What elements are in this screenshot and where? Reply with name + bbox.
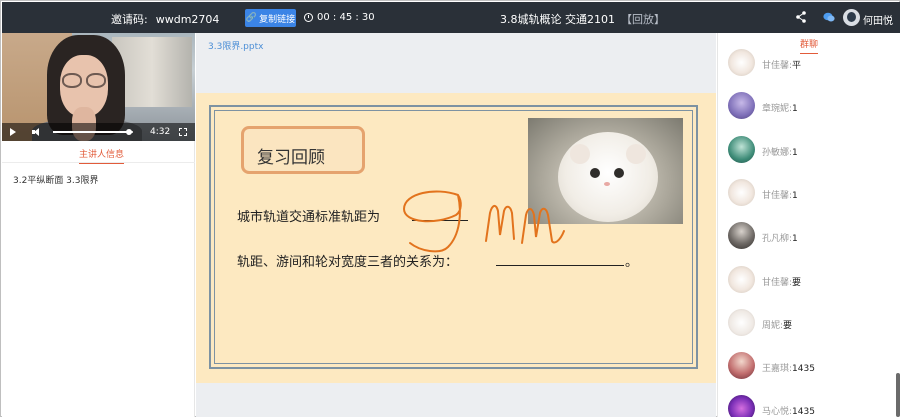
invite-code-value: wwdm2704 <box>155 13 220 26</box>
sender-name: 马心悦: <box>762 407 793 417</box>
user-avatar[interactable] <box>843 9 860 26</box>
slide-filename[interactable]: 3.3限界.pptx <box>208 39 263 52</box>
video-controls: 4:32 <box>2 123 195 141</box>
fullscreen-icon[interactable] <box>179 128 187 136</box>
chat-message: 章琬妮:1 <box>728 92 888 122</box>
video-duration: 4:32 <box>150 127 171 137</box>
live-timer: 00 : 45 : 30 <box>304 12 375 23</box>
slide: 复习回顾 城市轨道交通标准轨距为 轨距、游间和轮对宽度三者的关系为： 。 9mm <box>196 93 716 383</box>
presenter-video[interactable]: 4:32 <box>2 33 195 141</box>
sender-name: 周妮: <box>762 320 784 331</box>
chat-message: 甘佳馨:要 <box>728 265 888 296</box>
play-icon[interactable] <box>10 128 16 136</box>
app-window: 邀请码: wwdm2704 🔗 复制链接 00 : 45 : 30 3.8城轨概论… <box>0 0 900 417</box>
avatar[interactable] <box>728 222 755 250</box>
host-tab-label[interactable]: 主讲人信息 <box>79 147 125 164</box>
avatar[interactable] <box>728 178 755 206</box>
video-progress-fill <box>53 131 129 133</box>
chat-message: 甘佳馨:平 <box>728 49 888 79</box>
handwriting-annotation: 9mm <box>402 190 565 253</box>
timer-value: 00 : 45 : 30 <box>317 12 375 23</box>
replay-tag: 【回放】 <box>620 13 665 26</box>
top-bar: 邀请码: wwdm2704 🔗 复制链接 00 : 45 : 30 3.8城轨概论… <box>2 2 900 33</box>
copy-link-label: 复制链接 <box>259 14 296 25</box>
chapter-title: 3.2平纵断面 3.3限界 <box>13 176 99 186</box>
chat-message: 马心悦:1435 <box>728 395 888 417</box>
message-content: 1 <box>792 190 798 201</box>
avatar[interactable] <box>728 49 755 76</box>
answer-blank-2 <box>496 265 624 266</box>
sender-name: 章琬妮: <box>762 104 793 115</box>
sender-name: 甘佳馨: <box>762 190 793 201</box>
share-icon[interactable] <box>795 11 807 23</box>
course-title: 3.8城轨概论 交通2101 【回放】 <box>500 11 665 27</box>
avatar[interactable] <box>728 352 755 380</box>
sender-name: 孙敏娜: <box>762 147 793 158</box>
avatar[interactable] <box>728 92 755 120</box>
avatar[interactable] <box>728 308 755 336</box>
chat-scrollbar[interactable] <box>896 373 900 417</box>
slide-area: 3.3限界.pptx 复习回顾 城市轨道交通标准轨距为 轨距、游间和轮对宽度三者… <box>196 33 716 417</box>
left-panel: 4:32 主讲人信息 3.2平纵断面 3.3限界 <box>2 33 195 417</box>
clock-icon <box>304 13 313 22</box>
chat-message: 孙敏娜:1 <box>728 135 888 166</box>
chat-message: 甘佳馨:1 <box>728 178 888 209</box>
question-2-end: 。 <box>625 255 639 270</box>
chat-icon[interactable] <box>823 12 835 23</box>
avatar[interactable] <box>728 395 755 417</box>
video-progress[interactable] <box>53 129 133 135</box>
sender-name: 王嘉琪: <box>762 364 793 375</box>
sender-name: 孔凡柳: <box>762 234 793 245</box>
volume-icon[interactable] <box>32 128 42 136</box>
course-name: 3.8城轨概论 交通2101 <box>500 13 615 26</box>
avatar[interactable] <box>728 135 755 163</box>
avatar[interactable] <box>728 265 755 293</box>
message-content: 1 <box>792 104 798 115</box>
copy-link-button[interactable]: 🔗 复制链接 <box>245 9 296 27</box>
message-content: 1435 <box>792 407 815 417</box>
question-1: 城市轨道交通标准轨距为 <box>237 210 381 225</box>
link-icon: 🔗 <box>245 13 258 23</box>
sender-name: 甘佳馨: <box>762 277 793 288</box>
user-name[interactable]: 何田悦 <box>863 12 893 27</box>
message-content: 1435 <box>792 364 815 375</box>
chat-panel: 群聊 甘佳馨:平 章琬妮:1 孙敏娜:1 甘佳馨:1 孔凡柳:1 甘佳馨:要 周妮:要 王嘉琪… <box>717 33 900 417</box>
sender-name: 甘佳馨: <box>762 61 793 71</box>
chat-message: 王嘉琪:1435 <box>728 352 888 382</box>
video-progress-knob[interactable] <box>126 129 132 135</box>
invite-code: 邀请码: wwdm2704 <box>111 11 219 27</box>
message-content: 平 <box>792 61 802 71</box>
chat-list[interactable]: 甘佳馨:平 章琬妮:1 孙敏娜:1 甘佳馨:1 孔凡柳:1 甘佳馨:要 周妮:要 王嘉琪:14… <box>718 49 900 417</box>
chat-message: 周妮:要 <box>728 308 888 339</box>
message-content: 要 <box>783 320 793 331</box>
slide-title: 复习回顾 <box>257 148 325 168</box>
message-content: 1 <box>792 234 798 245</box>
invite-label: 邀请码: <box>111 13 148 26</box>
message-content: 1 <box>792 147 798 158</box>
tab-host-info[interactable]: 主讲人信息 <box>2 141 195 164</box>
chat-message: 孔凡柳:1 <box>728 222 888 252</box>
message-content: 要 <box>792 277 802 288</box>
